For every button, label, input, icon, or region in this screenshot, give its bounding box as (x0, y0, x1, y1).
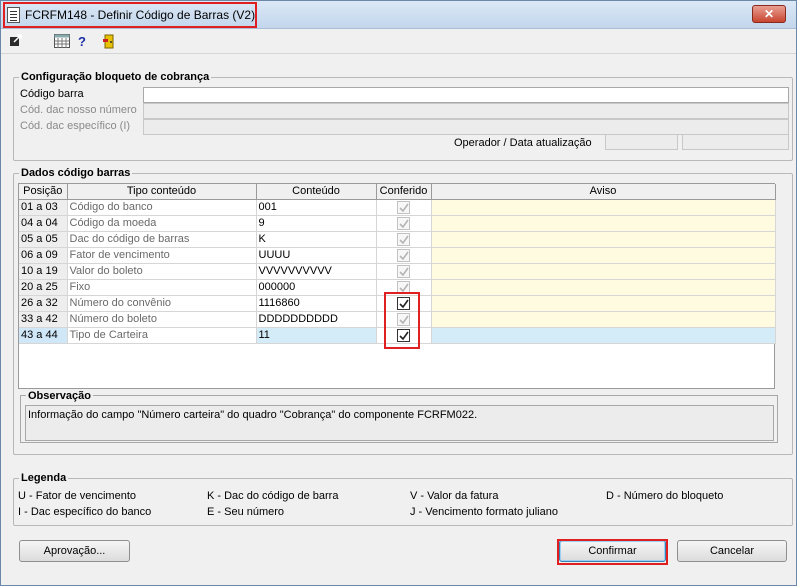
posicao-cell: 06 a 09 (19, 247, 68, 264)
dac-nosso-numero-label: Cód. dac nosso número (20, 104, 137, 116)
observacao-text: Informação do campo "Número carteira" do… (25, 405, 774, 441)
operador-data-label: Operador / Data atualização (454, 137, 592, 149)
conteudo-cell[interactable]: 9 (256, 215, 377, 232)
col-posicao[interactable]: Posição (19, 184, 68, 200)
aviso-cell (431, 231, 776, 248)
grid-scrollbar[interactable] (776, 183, 789, 389)
conferido-checkbox (397, 216, 410, 230)
legend-item-i: I - Dac específico do banco (18, 506, 152, 518)
conferido-cell (376, 247, 432, 264)
calculator-icon[interactable] (54, 34, 70, 50)
dac-nosso-numero-field (143, 103, 789, 119)
col-conteudo[interactable]: Conteúdo (256, 184, 377, 200)
tipo-conteudo-cell: Número do convênio (67, 295, 257, 312)
barcode-data-grid: Posição Tipo conteúdo Conteúdo Conferido… (18, 183, 776, 389)
table-row[interactable]: 04 a 04 Código da moeda 9 (19, 215, 776, 232)
legend-item-v: V - Valor da fatura (410, 490, 499, 502)
posicao-cell: 10 a 19 (19, 263, 68, 280)
conferido-cell (376, 231, 432, 248)
dialog-window: FCRFM148 - Definir Código de Barras (V2)… (0, 0, 797, 586)
codigo-barra-label: Código barra (20, 88, 84, 100)
aviso-cell (431, 247, 776, 264)
legend-item-d: D - Número do bloqueto (606, 490, 724, 502)
conferido-cell (376, 263, 432, 280)
cancelar-button[interactable]: Cancelar (677, 540, 787, 562)
export-icon[interactable] (9, 34, 23, 50)
posicao-cell: 33 a 42 (19, 311, 68, 328)
table-header: Posição Tipo conteúdo Conteúdo Conferido… (19, 184, 776, 200)
title-bar: FCRFM148 - Definir Código de Barras (V2)… (1, 1, 796, 29)
legend-item-u: U - Fator de vencimento (18, 490, 136, 502)
confirmar-highlight-box (557, 539, 668, 565)
conteudo-cell[interactable]: 000000 (256, 279, 377, 296)
aviso-cell (431, 295, 776, 312)
dac-especifico-field (143, 119, 789, 135)
conteudo-cell[interactable]: K (256, 231, 377, 248)
title-highlight-box (3, 2, 257, 28)
aviso-cell (431, 263, 776, 280)
aviso-cell (431, 311, 776, 328)
conferido-checkbox (397, 264, 410, 278)
conferido-highlight-box (384, 292, 420, 349)
conferido-checkbox (397, 248, 410, 262)
table-row[interactable]: 10 a 19 Valor do boleto VVVVVVVVVV (19, 263, 776, 280)
table-row[interactable]: 05 a 05 Dac do código de barras K (19, 231, 776, 248)
aviso-cell (431, 327, 776, 344)
observacao-title: Observação (26, 390, 93, 402)
tipo-conteudo-cell: Valor do boleto (67, 263, 257, 280)
table-row[interactable]: 01 a 03 Código do banco 001 (19, 199, 776, 216)
conteudo-cell[interactable]: 11 (256, 327, 377, 344)
conferido-checkbox (397, 232, 410, 246)
legend-item-k: K - Dac do código de barra (207, 490, 339, 502)
tipo-conteudo-cell: Dac do código de barras (67, 231, 257, 248)
help-icon[interactable]: ? (78, 34, 86, 50)
tipo-conteudo-cell: Código do banco (67, 199, 257, 216)
aviso-cell (431, 215, 776, 232)
col-conferido[interactable]: Conferido (376, 184, 432, 200)
conteudo-cell[interactable]: UUUU (256, 247, 377, 264)
dac-especifico-label: Cód. dac específico (I) (20, 120, 131, 132)
tipo-conteudo-cell: Número do boleto (67, 311, 257, 328)
aprovacao-button[interactable]: Aprovação... (19, 540, 130, 562)
tipo-conteudo-cell: Tipo de Carteira (67, 327, 257, 344)
posicao-cell: 20 a 25 (19, 279, 68, 296)
tipo-conteudo-cell: Fixo (67, 279, 257, 296)
conteudo-cell[interactable]: VVVVVVVVVV (256, 263, 377, 280)
conferido-cell (376, 215, 432, 232)
tipo-conteudo-cell: Código da moeda (67, 215, 257, 232)
dados-title: Dados código barras (19, 167, 133, 179)
posicao-cell: 01 a 03 (19, 199, 68, 216)
legenda-groupbox: Legenda (13, 472, 793, 526)
toolbar: ? (1, 30, 796, 54)
table-row[interactable]: 06 a 09 Fator de vencimento UUUU (19, 247, 776, 264)
posicao-cell: 05 a 05 (19, 231, 68, 248)
codigo-barra-input[interactable] (143, 87, 789, 103)
tipo-conteudo-cell: Fator de vencimento (67, 247, 257, 264)
aviso-cell (431, 199, 776, 216)
legenda-title: Legenda (19, 472, 69, 484)
close-button[interactable]: ✕ (752, 5, 786, 23)
conteudo-cell[interactable]: 1116860 (256, 295, 377, 312)
data-atualizacao-field (682, 134, 789, 150)
observacao-box: Observação Informação do campo "Número c… (20, 390, 778, 443)
conteudo-cell[interactable]: 001 (256, 199, 377, 216)
aviso-cell (431, 279, 776, 296)
posicao-cell: 43 a 44 (19, 327, 68, 344)
legend-item-j: J - Vencimento formato juliano (410, 506, 558, 518)
conteudo-cell[interactable]: DDDDDDDDDD (256, 311, 377, 328)
config-title: Configuração bloqueto de cobrança (19, 71, 212, 83)
col-tipo-conteudo[interactable]: Tipo conteúdo (67, 184, 257, 200)
posicao-cell: 04 a 04 (19, 215, 68, 232)
legend-item-e: E - Seu número (207, 506, 285, 518)
conferido-checkbox (397, 200, 410, 214)
exit-door-icon[interactable] (102, 34, 116, 50)
posicao-cell: 26 a 32 (19, 295, 68, 312)
operador-field (605, 134, 678, 150)
conferido-cell (376, 199, 432, 216)
col-aviso[interactable]: Aviso (431, 184, 776, 200)
